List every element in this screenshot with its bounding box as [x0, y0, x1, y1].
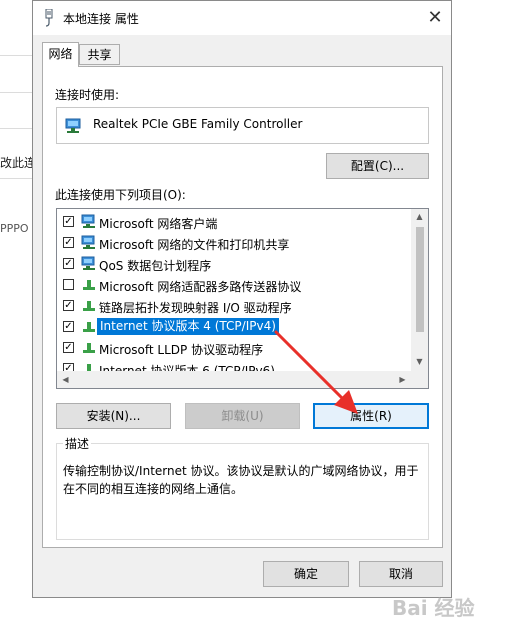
properties-button[interactable]: 属性(R): [313, 403, 429, 429]
background-window: [0, 0, 32, 636]
protocol-icon: [83, 343, 95, 353]
scroll-right-icon[interactable]: ▶: [394, 375, 411, 384]
install-button[interactable]: 安装(N)...: [56, 403, 171, 429]
list-item-selected[interactable]: ✓ Internet 协议版本 4 (TCP/IPv4): [57, 317, 409, 338]
tab-network[interactable]: 网络: [42, 42, 79, 67]
background-window-right: [452, 0, 511, 636]
checkbox[interactable]: [63, 279, 74, 290]
network-client-icon: [81, 214, 95, 228]
scroll-thumb[interactable]: [416, 227, 424, 332]
watermark: Bai 经验: [392, 596, 475, 620]
list-item-label: Microsoft 网络客户端: [99, 217, 218, 231]
list-item-label: Microsoft 网络适配器多路传送器协议: [99, 280, 302, 294]
components-label: 此连接使用下列项目(O):: [55, 188, 186, 202]
checkbox[interactable]: ✓: [63, 321, 74, 332]
list-item-label: 链路层拓扑发现映射器 I/O 驱动程序: [99, 301, 292, 315]
title-bar[interactable]: 本地连接 属性 ✕: [33, 1, 451, 35]
list-item[interactable]: ✓ 链路层拓扑发现映射器 I/O 驱动程序: [57, 296, 409, 317]
protocol-icon: [83, 301, 95, 311]
checkbox[interactable]: ✓: [63, 216, 74, 227]
list-item[interactable]: ✓ Microsoft LLDP 协议驱动程序: [57, 338, 409, 359]
network-adapter-icon: [45, 9, 53, 27]
local-connection-properties-dialog: 本地连接 属性 ✕ 网络 共享 连接时使用: Realtek PCIe GBE …: [32, 0, 452, 598]
list-item-label: Microsoft 网络的文件和打印机共享: [99, 238, 290, 252]
uninstall-button[interactable]: 卸载(U): [185, 403, 300, 429]
protocol-icon: [83, 322, 95, 332]
scroll-up-icon[interactable]: ▲: [411, 212, 428, 221]
list-item[interactable]: Microsoft 网络适配器多路传送器协议: [57, 275, 409, 296]
description-group: 描述 传输控制协议/Internet 协议。该协议是默认的广域网络协议，用于在不…: [56, 435, 429, 540]
background-divider: [0, 92, 32, 93]
protocol-icon: [83, 280, 95, 290]
background-divider: [0, 55, 32, 56]
checkbox[interactable]: ✓: [63, 237, 74, 248]
network-tab-panel: 连接时使用: Realtek PCIe GBE Family Controlle…: [42, 66, 443, 548]
background-divider: [0, 178, 32, 179]
list-item[interactable]: ✓ Microsoft 网络的文件和打印机共享: [57, 233, 409, 254]
horizontal-scrollbar[interactable]: ◀ ▶: [57, 371, 428, 388]
checkbox[interactable]: ✓: [63, 258, 74, 269]
background-text: 改此连: [0, 156, 32, 170]
checkbox[interactable]: ✓: [63, 300, 74, 311]
background-divider: [0, 128, 32, 129]
list-item-label: Microsoft LLDP 协议驱动程序: [99, 343, 264, 357]
components-list[interactable]: ✓ Microsoft 网络客户端 ✓ Microsoft 网络的文件和打印机共…: [56, 208, 429, 389]
network-card-icon: [65, 118, 81, 133]
list-item[interactable]: ✓ Microsoft 网络客户端: [57, 212, 409, 233]
background-text: PPPO: [0, 222, 29, 235]
close-button[interactable]: ✕: [421, 4, 449, 32]
network-client-icon: [81, 256, 95, 270]
ok-button[interactable]: 确定: [263, 561, 349, 587]
description-text: 传输控制协议/Internet 协议。该协议是默认的广域网络协议，用于在不同的相…: [63, 464, 419, 496]
list-item-label: Internet 协议版本 4 (TCP/IPv4): [97, 318, 279, 335]
scroll-left-icon[interactable]: ◀: [57, 375, 74, 384]
list-item[interactable]: ✓ QoS 数据包计划程序: [57, 254, 409, 275]
adapter-name: Realtek PCIe GBE Family Controller: [93, 117, 303, 131]
checkbox[interactable]: ✓: [63, 342, 74, 353]
dialog-title: 本地连接 属性: [63, 12, 139, 26]
description-title: 描述: [63, 435, 92, 452]
scroll-down-icon[interactable]: ▼: [411, 357, 428, 366]
vertical-scrollbar[interactable]: ▲ ▼: [411, 209, 428, 371]
list-item-label: QoS 数据包计划程序: [99, 259, 212, 273]
configure-button[interactable]: 配置(C)...: [326, 153, 429, 179]
tab-sharing[interactable]: 共享: [79, 44, 120, 65]
network-client-icon: [81, 235, 95, 249]
connect-using-label: 连接时使用:: [55, 88, 120, 102]
cancel-button[interactable]: 取消: [359, 561, 443, 587]
adapter-box: Realtek PCIe GBE Family Controller: [56, 107, 429, 144]
